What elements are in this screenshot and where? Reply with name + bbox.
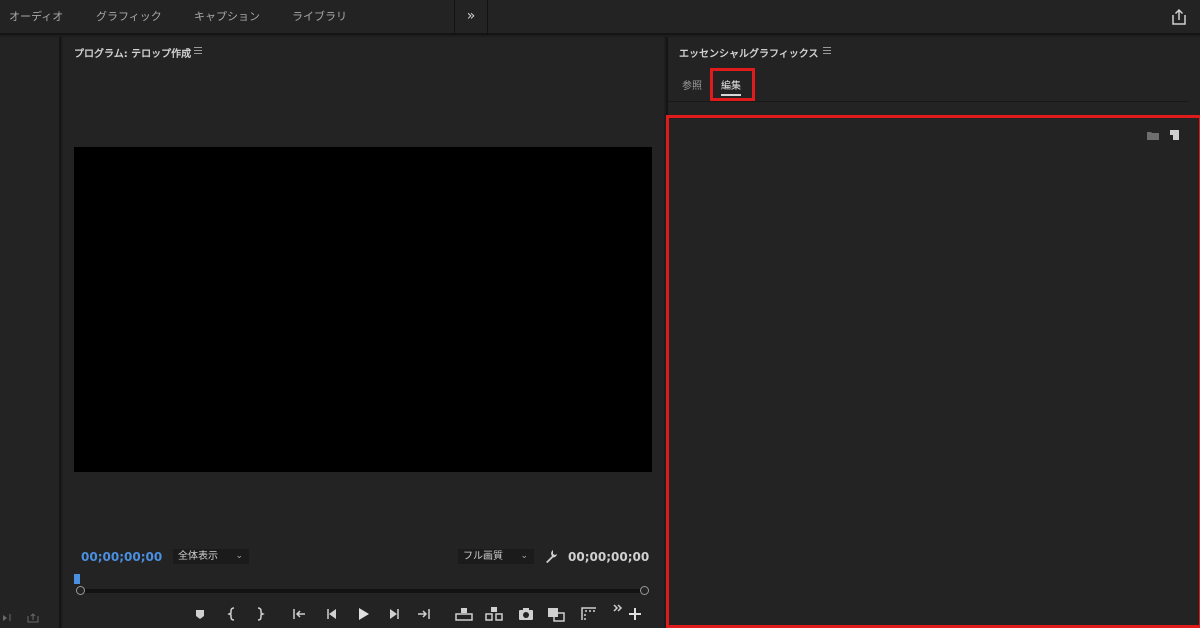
wrench-icon[interactable] — [544, 548, 558, 563]
work-area-start-handle[interactable] — [76, 586, 85, 595]
tab-browse[interactable]: 参照 — [682, 77, 702, 92]
menu-icon[interactable] — [194, 47, 202, 55]
step-forward-icon[interactable] — [383, 603, 405, 625]
go-to-in-icon[interactable] — [288, 603, 310, 625]
audio-mini-icon[interactable] — [2, 613, 14, 626]
compare-icon[interactable] — [545, 603, 567, 625]
zoom-level-value: 全体表示 — [178, 551, 218, 562]
extract-icon[interactable] — [483, 603, 505, 625]
work-area-end-handle[interactable] — [640, 586, 649, 595]
workspace-overflow-button[interactable]: » — [454, 0, 488, 35]
go-to-out-icon[interactable] — [413, 603, 435, 625]
current-timecode[interactable]: 00;00;00;00 — [81, 550, 162, 564]
essential-graphics-panel: エッセンシャルグラフィックス 参照 編集 — [666, 37, 1200, 628]
marker-icon[interactable] — [189, 603, 211, 625]
export-mini-icon[interactable] — [27, 613, 39, 626]
mark-out-icon[interactable] — [249, 603, 271, 625]
highlight-edit-tab — [710, 68, 755, 101]
lift-icon[interactable] — [453, 603, 475, 625]
workspace-tab-audio[interactable]: オーディオ — [9, 0, 63, 35]
left-panel-strip — [0, 37, 61, 628]
program-video-frame[interactable] — [74, 147, 652, 472]
mark-in-icon[interactable] — [221, 603, 243, 625]
highlight-edit-area — [666, 115, 1200, 628]
workspace-tab-libraries[interactable]: ライブラリ — [292, 0, 347, 35]
duration-timecode: 00;00;00;00 — [568, 550, 650, 564]
tab-divider — [668, 101, 1188, 102]
time-ruler[interactable] — [76, 584, 649, 598]
program-monitor-panel: プログラム: テロップ作成 00;00;00;00 全体表示 ⌄ フル画質 ⌄ … — [63, 37, 664, 628]
play-icon[interactable] — [352, 603, 374, 625]
program-monitor-title: プログラム: テロップ作成 — [74, 49, 192, 60]
timeline-track — [80, 589, 646, 593]
workspace-tab-graphics[interactable]: グラフィック — [96, 0, 162, 35]
chevron-down-icon: ⌄ — [520, 551, 528, 561]
playback-resolution-value: フル画質 — [463, 551, 503, 562]
add-button-icon[interactable] — [624, 603, 646, 625]
workspace-bar: オーディオ グラフィック キャプション ライブラリ » — [0, 0, 1200, 35]
chevron-down-icon: ⌄ — [235, 551, 243, 561]
zoom-level-dropdown[interactable]: 全体表示 ⌄ — [173, 549, 249, 564]
essential-graphics-title: エッセンシャルグラフィックス — [679, 49, 819, 60]
share-icon[interactable] — [1170, 8, 1188, 26]
safe-margins-icon[interactable] — [578, 603, 600, 625]
workspace-tab-captions[interactable]: キャプション — [194, 0, 260, 35]
menu-icon[interactable] — [823, 47, 831, 55]
playhead[interactable] — [74, 574, 80, 584]
playback-resolution-dropdown[interactable]: フル画質 ⌄ — [458, 549, 534, 564]
step-back-icon[interactable] — [321, 603, 343, 625]
camera-icon[interactable] — [515, 603, 537, 625]
